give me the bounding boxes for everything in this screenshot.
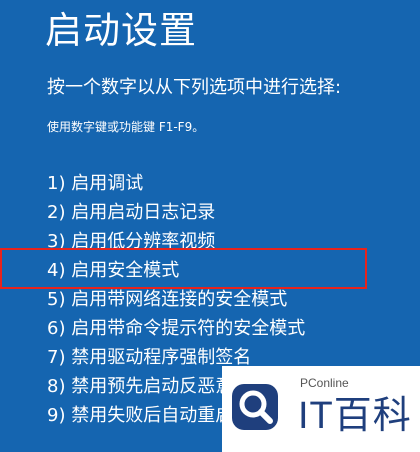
page-title: 启动设置 (45, 9, 197, 52)
option-enable-safe-mode-networking[interactable]: 5) 启用带网络连接的安全模式 (47, 285, 305, 314)
pconline-watermark: PConline IT百科 (222, 366, 420, 452)
option-enable-low-resolution-video[interactable]: 3) 启用低分辨率视频 (47, 227, 305, 256)
option-enable-safe-mode-command-prompt[interactable]: 6) 启用带命令提示符的安全模式 (47, 314, 305, 343)
startup-settings-screen: 启动设置 按一个数字以从下列选项中进行选择: 使用数字键或功能键 F1-F9。 … (0, 0, 420, 452)
hint-text: 使用数字键或功能键 F1-F9。 (47, 120, 205, 134)
instruction-text: 按一个数字以从下列选项中进行选择: (47, 77, 342, 98)
search-icon (232, 384, 278, 430)
option-enable-boot-logging[interactable]: 2) 启用启动日志记录 (47, 198, 305, 227)
watermark-brand-big: IT百科 (298, 395, 412, 437)
option-enable-debugging[interactable]: 1) 启用调试 (47, 169, 305, 198)
watermark-brand-small: PConline (300, 376, 349, 390)
option-enable-safe-mode[interactable]: 4) 启用安全模式 (47, 256, 305, 285)
